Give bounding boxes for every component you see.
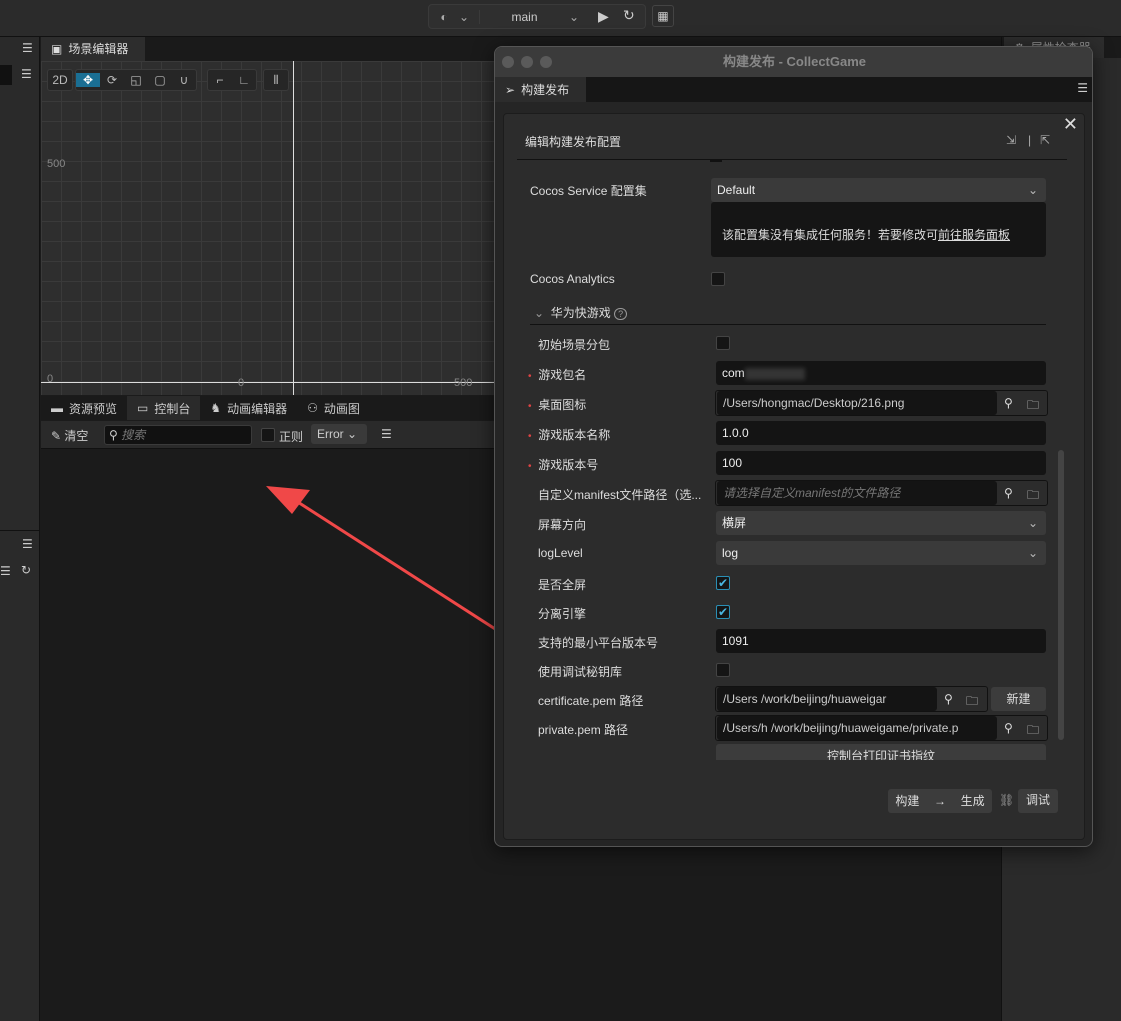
dialog-tabbar: ➢ 构建发布 ☰ <box>495 77 1092 102</box>
folder-open-icon[interactable]: 🗀 <box>1027 486 1039 507</box>
analytics-checkbox[interactable] <box>711 272 725 286</box>
chevron-down-icon: ⌄ <box>1027 183 1038 197</box>
icon-label: • 桌面图标 <box>528 398 587 412</box>
certificate-path-input[interactable]: /Users /work/beijing/huaweigar <box>717 687 937 711</box>
send-icon: ➢ <box>505 82 516 97</box>
manifest-path-input[interactable]: 请选择自定义manifest的文件路径 <box>717 481 997 505</box>
folder-open-icon[interactable]: 🗀 <box>1027 396 1039 417</box>
scrollbar[interactable] <box>1058 450 1064 740</box>
build-button[interactable]: 构建 <box>895 789 919 813</box>
chevron-down-icon: ⌄ <box>534 306 545 320</box>
subpackage-checkbox[interactable] <box>716 336 730 350</box>
package-name-input[interactable]: com <box>716 361 1046 385</box>
version-name-label: • 游戏版本名称 <box>528 428 611 442</box>
separate-engine-checkbox[interactable]: ✔ <box>716 605 730 619</box>
manifest-label: 自定义manifest文件路径（选... <box>538 488 702 502</box>
package-name-label: • 游戏包名 <box>528 368 587 382</box>
private-key-path-input[interactable]: /Users/h /work/beijing/huaweigame/privat… <box>717 716 997 740</box>
private-key-label: private.pem 路径 <box>538 723 629 737</box>
version-code-input[interactable]: 100 <box>716 451 1046 475</box>
panel-title: 编辑构建发布配置 <box>525 135 622 149</box>
help-icon[interactable]: ? <box>614 308 628 320</box>
search-icon[interactable]: ⚲ <box>1004 721 1013 735</box>
certificate-path-field: /Users /work/beijing/huaweigar ⚲ 🗀 <box>715 686 988 712</box>
close-window-button[interactable] <box>502 56 514 68</box>
service-note: 该配置集没有集成任何服务！若要修改可前往服务面板 <box>711 202 1046 257</box>
build-dialog: 构建发布 - CollectGame ➢ 构建发布 ☰ ✕ 编辑构建发布配置 ⇲ … <box>494 46 1093 847</box>
orientation-select[interactable]: 横屏 ⌄ <box>716 511 1046 535</box>
scroll-content: Cocos Service 配置集 Default ⌄ 该配置集没有集成任何服务！… <box>504 160 1084 760</box>
import-icon[interactable]: ⇲ <box>1006 133 1016 147</box>
manifest-path-field: 请选择自定义manifest的文件路径 ⚲ 🗀 <box>715 480 1048 506</box>
chevron-down-icon: ⌄ <box>1027 546 1038 560</box>
icon-path-field: /Users/hongmac/Desktop/216.png ⚲ 🗀 <box>715 390 1048 416</box>
new-certificate-button[interactable]: 新建 <box>991 687 1046 711</box>
section-header[interactable]: ⌄ 华为快游戏 ? <box>534 304 628 321</box>
min-platform-version-input[interactable]: 1091 <box>716 629 1046 653</box>
version-name-input[interactable]: 1.0.0 <box>716 421 1046 445</box>
debug-button[interactable]: 调试 <box>1018 789 1058 813</box>
menu-icon[interactable]: ☰ <box>1077 81 1088 95</box>
service-select[interactable]: Default ⌄ <box>711 178 1046 202</box>
analytics-label: Cocos Analytics <box>530 272 615 286</box>
fullscreen-label: 是否全屏 <box>538 578 587 592</box>
min-platform-version-label: 支持的最小平台版本号 <box>538 636 659 650</box>
window-titlebar: 构建发布 - CollectGame <box>495 47 1092 77</box>
link-icon[interactable]: ⛓ <box>999 793 1014 807</box>
debug-keystore-label: 使用调试秘钥库 <box>538 665 623 679</box>
certificate-label: certificate.pem 路径 <box>538 694 644 708</box>
arrow-head <box>266 486 310 514</box>
private-key-path-field: /Users/h /work/beijing/huaweigame/privat… <box>715 715 1048 741</box>
folder-open-icon[interactable]: 🗀 <box>966 692 978 713</box>
debug-keystore-checkbox[interactable] <box>716 663 730 677</box>
print-fingerprint-button[interactable]: 控制台打印证书指纹 <box>716 744 1046 760</box>
search-icon[interactable]: ⚲ <box>944 692 953 706</box>
tab-build[interactable]: ➢ 构建发布 <box>495 77 586 102</box>
version-code-label: • 游戏版本号 <box>528 458 599 472</box>
loglevel-select[interactable]: log ⌄ <box>716 541 1046 565</box>
make-button[interactable]: 生成 <box>961 789 985 813</box>
chevron-down-icon: ⌄ <box>1027 516 1038 530</box>
loglevel-label: logLevel <box>538 546 583 560</box>
icon-path-input[interactable]: /Users/hongmac/Desktop/216.png <box>717 391 997 415</box>
service-panel-link[interactable]: 前往服务面板 <box>938 228 1010 242</box>
fullscreen-checkbox[interactable]: ✔ <box>716 576 730 590</box>
subpackage-label: 初始场景分包 <box>538 338 611 352</box>
maximize-window-button[interactable] <box>540 56 552 68</box>
separate-engine-label: 分离引擎 <box>538 607 587 621</box>
orientation-label: 屏幕方向 <box>538 518 587 532</box>
build-make-group: 构建 → 生成 <box>888 789 992 813</box>
build-config-panel: ✕ 编辑构建发布配置 ⇲ | ⇱ Cocos Service 配置集 Defau… <box>503 113 1085 840</box>
minimize-window-button[interactable] <box>521 56 533 68</box>
search-icon[interactable]: ⚲ <box>1004 396 1013 410</box>
export-icon[interactable]: ⇱ <box>1040 133 1050 147</box>
close-icon[interactable]: ✕ <box>1063 114 1078 135</box>
arrow-right-icon: → <box>934 794 946 808</box>
search-icon[interactable]: ⚲ <box>1004 486 1013 500</box>
folder-open-icon[interactable]: 🗀 <box>1027 721 1039 742</box>
service-label: Cocos Service 配置集 <box>530 184 647 198</box>
